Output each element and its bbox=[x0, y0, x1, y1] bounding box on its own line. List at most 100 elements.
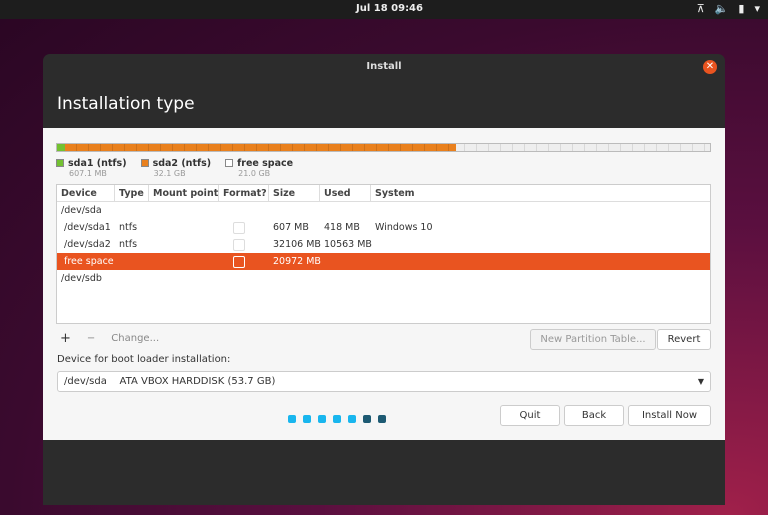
cell-mount bbox=[149, 202, 219, 219]
col-type[interactable]: Type bbox=[115, 185, 149, 201]
quit-button[interactable]: Quit bbox=[500, 405, 560, 426]
partition-segment-sda2 bbox=[65, 144, 456, 151]
add-partition-button[interactable]: + bbox=[56, 331, 75, 346]
cell-format[interactable] bbox=[219, 253, 269, 270]
col-mount[interactable]: Mount point bbox=[149, 185, 219, 201]
progress-dot bbox=[378, 415, 386, 423]
partition-segment-sda1 bbox=[57, 144, 66, 151]
cell-size bbox=[269, 270, 320, 287]
cell-system bbox=[371, 236, 710, 253]
legend-name: sda1 (ntfs) bbox=[68, 158, 127, 169]
progress-dot bbox=[348, 415, 356, 423]
legend-name: sda2 (ntfs) bbox=[152, 158, 212, 169]
menu-arrow-icon: ▾ bbox=[754, 2, 760, 15]
cell-device: free space bbox=[61, 256, 114, 267]
cell-used bbox=[320, 253, 371, 270]
cell-size bbox=[269, 202, 320, 219]
cell-type bbox=[115, 202, 149, 219]
network-icon: ⊼ bbox=[696, 2, 705, 15]
cell-size: 20972 MB bbox=[273, 256, 321, 267]
legend-swatch bbox=[225, 159, 234, 167]
legend-swatch bbox=[56, 159, 64, 167]
back-button[interactable]: Back bbox=[564, 405, 624, 426]
table-row[interactable]: /dev/sda2 ntfs 32106 MB 10563 MB bbox=[57, 236, 710, 253]
cell-format[interactable] bbox=[219, 236, 269, 253]
page-title: Installation type bbox=[57, 94, 195, 114]
progress-dot bbox=[318, 415, 326, 423]
format-checkbox[interactable] bbox=[233, 255, 245, 268]
system-tray[interactable]: ⊼ 🔈 ▮ ▾ bbox=[697, 2, 760, 15]
cell-format[interactable] bbox=[219, 270, 269, 287]
cell-size: 607 MB bbox=[273, 222, 309, 233]
cell-system bbox=[371, 202, 710, 219]
new-partition-table-button[interactable]: New Partition Table... bbox=[530, 329, 656, 350]
cell-used bbox=[320, 202, 371, 219]
cell-used bbox=[320, 270, 371, 287]
progress-dot bbox=[333, 415, 341, 423]
cell-system bbox=[371, 253, 710, 270]
cell-type bbox=[115, 253, 149, 270]
cell-format[interactable] bbox=[219, 219, 269, 236]
table-row[interactable]: free space 20972 MB bbox=[57, 253, 710, 270]
legend-name: free space bbox=[237, 158, 294, 169]
col-system[interactable]: System bbox=[371, 185, 710, 201]
top-bar: Jul 18 09:46 ⊼ 🔈 ▮ ▾ bbox=[0, 0, 768, 19]
cell-device: /dev/sdb bbox=[61, 273, 102, 284]
progress-dot bbox=[288, 415, 296, 423]
remove-partition-button[interactable]: − bbox=[83, 333, 99, 344]
table-row[interactable]: /dev/sdb bbox=[57, 270, 710, 287]
bootloader-select[interactable]: /dev/sda ATA VBOX HARDDISK (53.7 GB) ▼ bbox=[57, 371, 711, 392]
revert-button[interactable]: Revert bbox=[657, 329, 711, 350]
legend-size: 607.1 MB bbox=[69, 169, 107, 178]
content-area: sda1 (ntfs) 607.1 MB sda2 (ntfs) 32.1 GB fre… bbox=[43, 128, 725, 440]
install-window: Install ✕ Installation type sda1 (ntfs) 6… bbox=[43, 54, 725, 505]
partition-table[interactable]: Device Type Mount point Format? Size Use… bbox=[56, 184, 711, 324]
close-button[interactable]: ✕ bbox=[703, 60, 717, 74]
cell-system bbox=[371, 270, 710, 287]
partition-segment-free bbox=[456, 144, 710, 151]
col-format[interactable]: Format? bbox=[219, 185, 269, 201]
cell-type bbox=[115, 270, 149, 287]
change-partition-button[interactable]: Change... bbox=[107, 333, 163, 344]
progress-dots bbox=[288, 415, 386, 423]
col-used[interactable]: Used bbox=[320, 185, 371, 201]
cell-type: ntfs bbox=[119, 222, 138, 233]
partition-tools: + − Change... bbox=[56, 331, 163, 346]
clock[interactable]: Jul 18 09:46 bbox=[356, 3, 423, 14]
table-header: Device Type Mount point Format? Size Use… bbox=[57, 185, 710, 202]
bootloader-label: Device for boot loader installation: bbox=[57, 354, 231, 365]
format-checkbox[interactable] bbox=[233, 221, 245, 234]
close-icon: ✕ bbox=[705, 61, 715, 72]
partition-bar bbox=[56, 143, 711, 152]
progress-dot bbox=[363, 415, 371, 423]
bootloader-value: /dev/sda ATA VBOX HARDDISK (53.7 GB) bbox=[64, 376, 276, 387]
chevron-down-icon: ▼ bbox=[697, 377, 704, 386]
table-row[interactable]: /dev/sda1 ntfs 607 MB 418 MB Windows 10 bbox=[57, 219, 710, 236]
format-checkbox[interactable] bbox=[233, 238, 245, 251]
volume-icon: 🔈 bbox=[714, 2, 729, 15]
cell-format[interactable] bbox=[219, 202, 269, 219]
col-size[interactable]: Size bbox=[269, 185, 320, 201]
cell-mount bbox=[149, 236, 219, 253]
cell-device: /dev/sda1 bbox=[61, 222, 111, 233]
cell-used: 10563 MB bbox=[324, 239, 372, 250]
legend-swatch bbox=[140, 159, 149, 167]
window-title: Install bbox=[366, 61, 402, 72]
cell-mount bbox=[149, 219, 219, 236]
col-device[interactable]: Device bbox=[57, 185, 115, 201]
cell-mount bbox=[149, 253, 219, 270]
legend-item: sda2 (ntfs) 32.1 GB bbox=[140, 158, 212, 178]
battery-icon: ▮ bbox=[738, 2, 745, 15]
cell-device: /dev/sda2 bbox=[61, 239, 111, 250]
legend-item: free space 21.0 GB bbox=[225, 158, 293, 178]
legend-size: 21.0 GB bbox=[238, 169, 271, 178]
cell-used: 418 MB bbox=[324, 222, 360, 233]
legend-item: sda1 (ntfs) 607.1 MB bbox=[56, 158, 127, 178]
legend-size: 32.1 GB bbox=[153, 169, 186, 178]
cell-device: /dev/sda bbox=[61, 205, 102, 216]
cell-size: 32106 MB bbox=[273, 239, 321, 250]
cell-type: ntfs bbox=[119, 239, 138, 250]
table-row[interactable]: /dev/sda bbox=[57, 202, 710, 219]
cell-mount bbox=[149, 270, 219, 287]
install-now-button[interactable]: Install Now bbox=[628, 405, 711, 426]
